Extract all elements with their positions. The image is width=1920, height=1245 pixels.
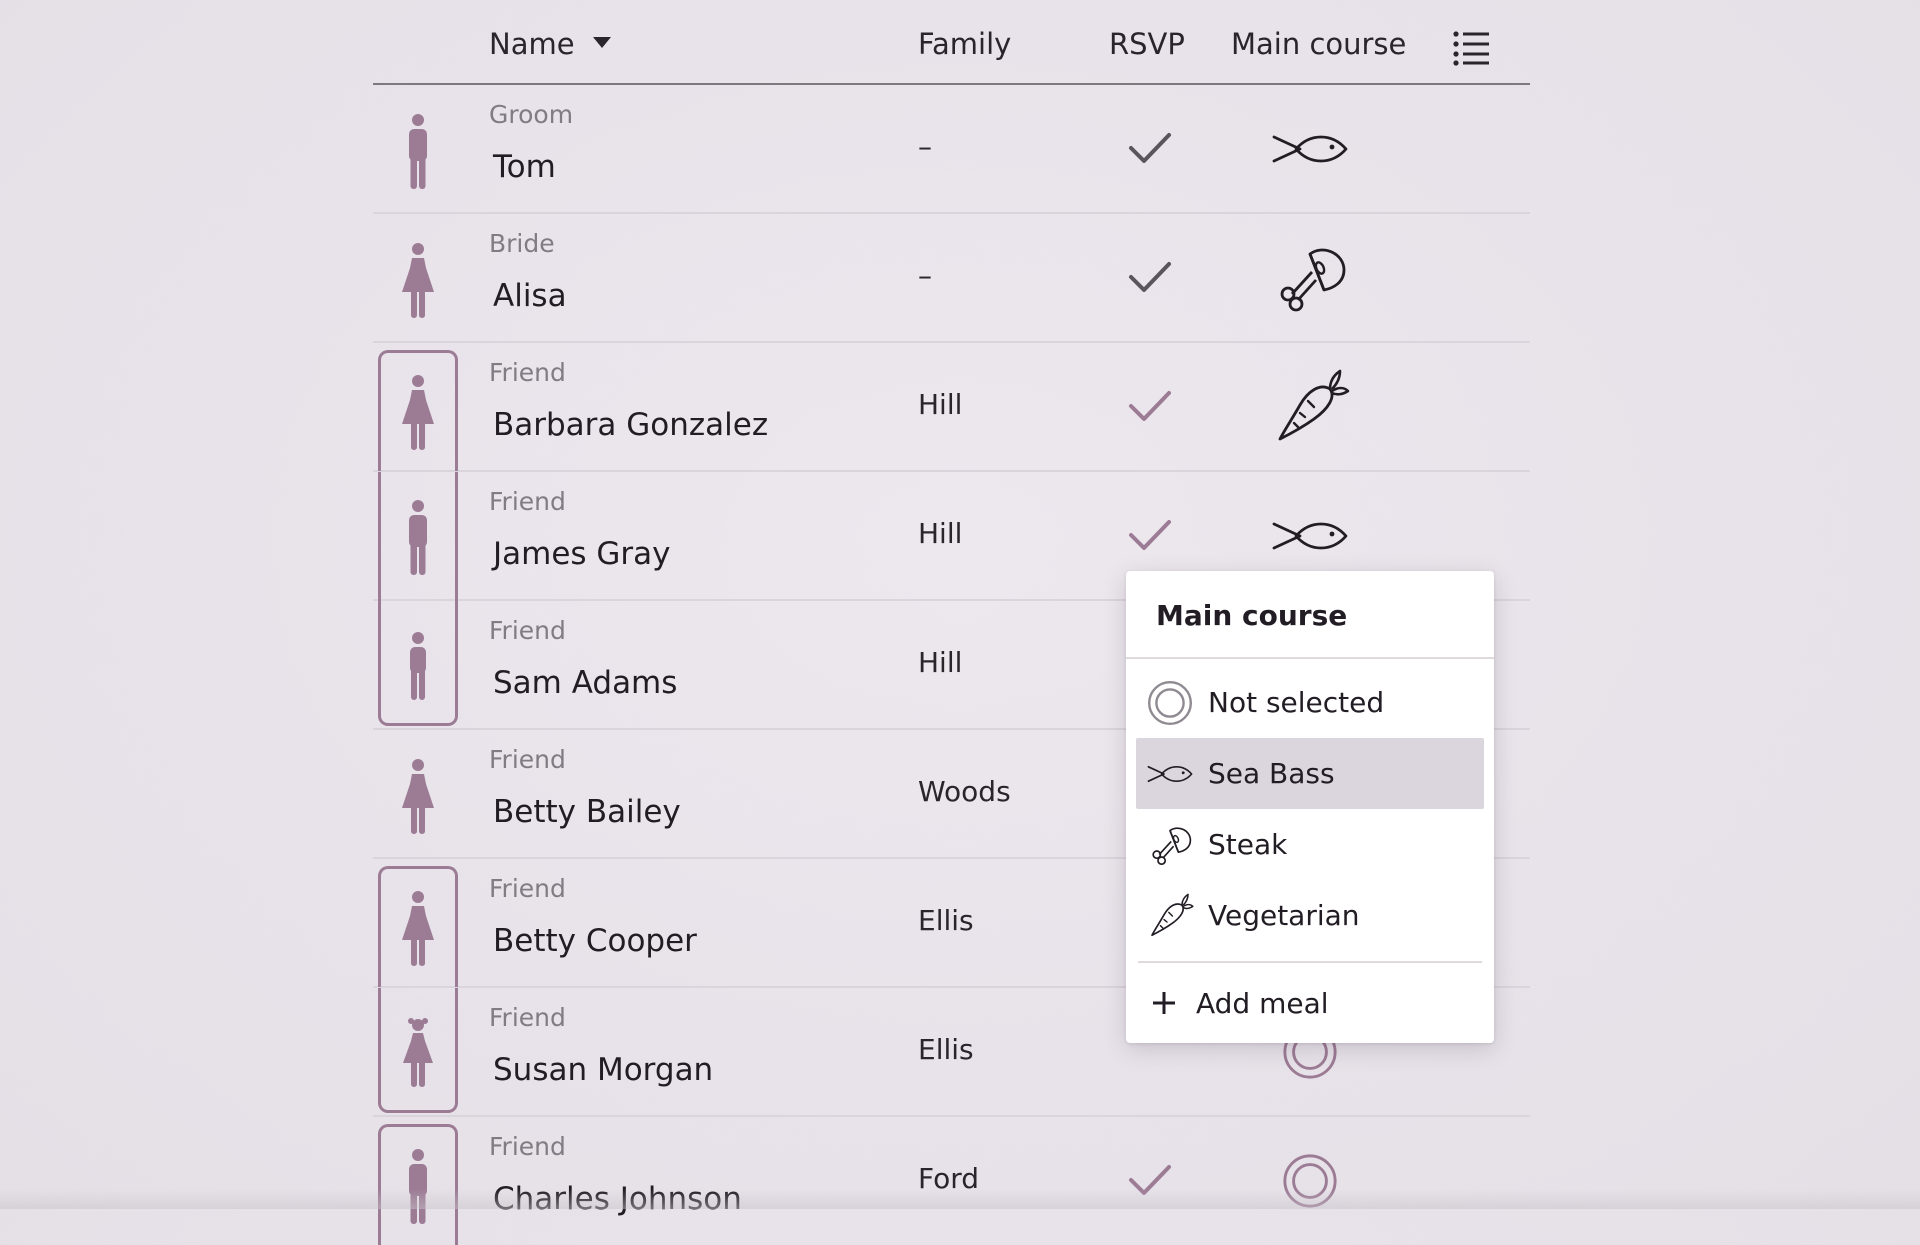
guest-family: – <box>918 259 932 292</box>
person-woman-icon <box>401 374 435 450</box>
steak-icon <box>1270 238 1350 318</box>
meal-option-label: Sea Bass <box>1208 757 1335 790</box>
rsvp-toggle[interactable] <box>1125 510 1175 560</box>
guest-name: Sam Adams <box>493 665 678 701</box>
plus-icon <box>1150 989 1178 1017</box>
guest-name: Betty Cooper <box>493 923 697 959</box>
meal-option-label: Not selected <box>1208 686 1385 719</box>
guest-family: Ellis <box>918 904 974 937</box>
column-header-name[interactable]: Name <box>489 24 611 64</box>
person-woman-icon <box>401 890 435 966</box>
person-man-icon <box>402 499 434 575</box>
guest-name: James Gray <box>493 536 671 572</box>
person-man-icon <box>402 1148 434 1224</box>
rsvp-toggle[interactable] <box>1125 252 1175 302</box>
guest-avatar[interactable] <box>378 601 458 726</box>
guest-avatar[interactable] <box>378 988 458 1113</box>
person-woman-icon <box>401 242 435 318</box>
guest-role: Friend <box>489 1132 566 1161</box>
meal-selector[interactable] <box>1270 500 1350 572</box>
column-header-name-label: Name <box>489 27 575 61</box>
check-icon <box>1129 1165 1171 1195</box>
meal-option-vegetarian[interactable]: Vegetarian <box>1136 880 1484 951</box>
table-row[interactable]: Friend Charles Johnson Ford <box>373 1117 1530 1245</box>
guest-avatar[interactable] <box>378 92 458 210</box>
main-course-popup: Main course Not selected Sea Bass Steak … <box>1126 571 1494 1043</box>
guest-role: Friend <box>489 358 566 387</box>
guest-name: Susan Morgan <box>493 1052 714 1088</box>
sort-descending-icon[interactable] <box>592 36 611 48</box>
guest-role: Friend <box>489 745 566 774</box>
person-girl-icon <box>400 1011 436 1087</box>
meal-option-label: Vegetarian <box>1208 899 1360 932</box>
rsvp-toggle[interactable] <box>1125 381 1175 431</box>
not-selected-icon <box>1281 1152 1339 1210</box>
popup-title: Main course <box>1126 571 1494 659</box>
check-icon <box>1129 391 1171 421</box>
guest-role: Groom <box>489 100 574 129</box>
meal-option-label: Steak <box>1208 828 1288 861</box>
guest-avatar[interactable] <box>378 221 458 339</box>
guest-name: Barbara Gonzalez <box>493 407 769 443</box>
guest-role: Bride <box>489 229 555 258</box>
guest-family: Hill <box>918 388 963 421</box>
add-meal-button[interactable]: Add meal <box>1126 963 1494 1043</box>
guest-name: Tom <box>493 149 556 185</box>
guest-family: Woods <box>918 775 1011 808</box>
guest-family: – <box>918 130 932 163</box>
guest-avatar[interactable] <box>378 472 458 601</box>
meal-selector[interactable] <box>1270 242 1350 314</box>
not-selected-icon <box>1140 679 1200 727</box>
meal-option-steak[interactable]: Steak <box>1136 809 1484 880</box>
column-header-rsvp[interactable]: RSVP <box>1109 24 1185 64</box>
guest-avatar[interactable] <box>378 350 458 471</box>
guest-avatar[interactable] <box>378 1124 458 1245</box>
guest-role: Friend <box>489 1003 566 1032</box>
meal-selector[interactable] <box>1270 371 1350 443</box>
guest-role: Friend <box>489 616 566 645</box>
guest-role: Friend <box>489 874 566 903</box>
table-header: Name Family RSVP Main course <box>373 0 1530 85</box>
guest-name: Alisa <box>493 278 567 314</box>
meal-option-not-selected[interactable]: Not selected <box>1136 667 1484 738</box>
meal-option-sea-bass[interactable]: Sea Bass <box>1136 738 1484 809</box>
guest-family: Hill <box>918 517 963 550</box>
check-icon <box>1129 133 1171 163</box>
meal-selector[interactable] <box>1270 1145 1350 1217</box>
check-icon <box>1129 262 1171 292</box>
person-boy-icon <box>402 624 434 700</box>
person-man-icon <box>402 113 434 189</box>
person-woman-icon <box>401 758 435 834</box>
guest-family: Hill <box>918 646 963 679</box>
column-header-family[interactable]: Family <box>918 24 1011 64</box>
guest-family: Ford <box>918 1162 980 1195</box>
guest-avatar[interactable] <box>378 737 458 855</box>
guest-name: Charles Johnson <box>493 1181 742 1217</box>
column-header-main-course[interactable]: Main course <box>1231 24 1406 64</box>
carrot-icon <box>1140 892 1200 940</box>
guest-role: Friend <box>489 487 566 516</box>
list-options-icon[interactable] <box>1451 26 1491 66</box>
fish-icon <box>1270 129 1350 169</box>
table-row[interactable]: Bride Alisa – <box>373 214 1530 343</box>
rsvp-toggle[interactable] <box>1125 123 1175 173</box>
rsvp-toggle[interactable] <box>1125 1155 1175 1205</box>
steak-icon <box>1140 821 1200 869</box>
guest-family: Ellis <box>918 1033 974 1066</box>
fish-icon <box>1140 762 1200 786</box>
table-row[interactable]: Friend Barbara Gonzalez Hill <box>373 343 1530 472</box>
guest-avatar[interactable] <box>378 866 458 987</box>
meal-selector[interactable] <box>1270 113 1350 185</box>
table-row[interactable]: Groom Tom – <box>373 85 1530 214</box>
meal-option-list: Not selected Sea Bass Steak Vegetarian <box>1126 659 1494 951</box>
fish-icon <box>1270 516 1350 556</box>
add-meal-label: Add meal <box>1196 986 1329 1020</box>
carrot-icon <box>1270 367 1350 447</box>
guest-name: Betty Bailey <box>493 794 681 830</box>
check-icon <box>1129 520 1171 550</box>
